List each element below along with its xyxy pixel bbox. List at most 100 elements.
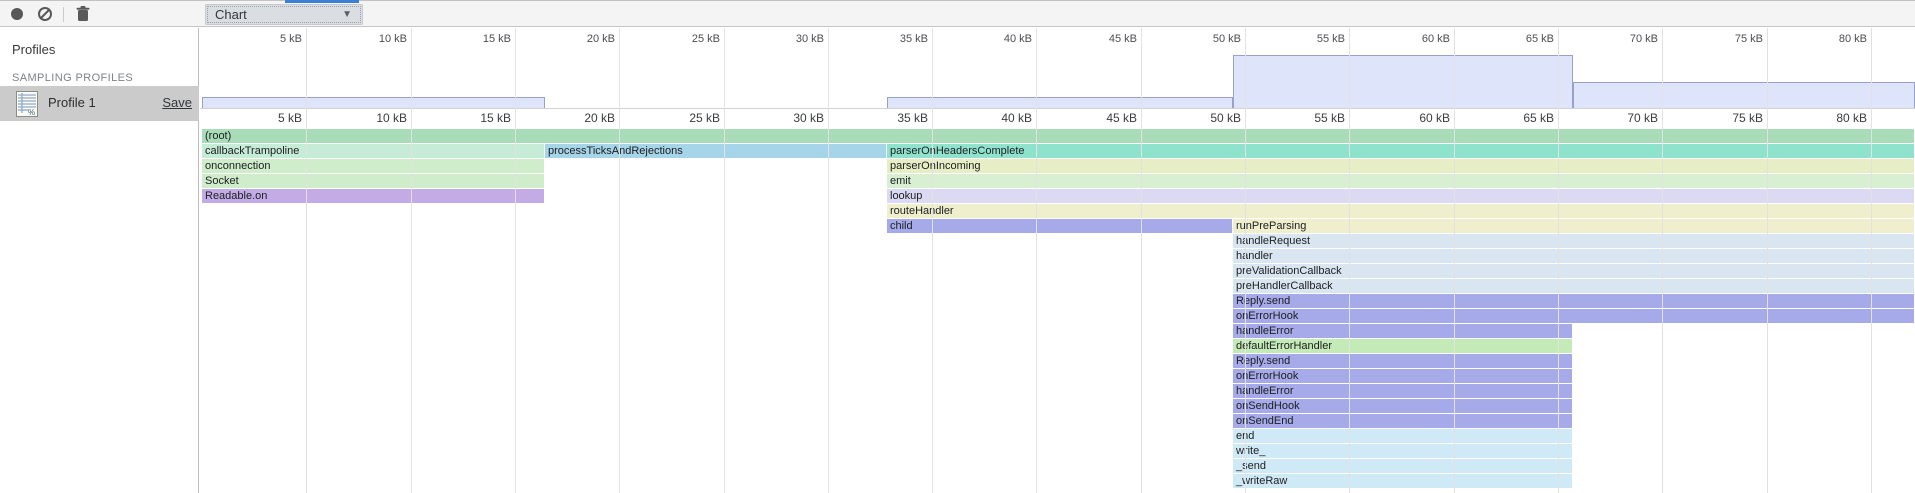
ruler-tick-label-bottom: 60 kB xyxy=(1386,111,1450,125)
ruler-tick-label-top: 25 kB xyxy=(656,33,720,45)
ruler-tick-label-bottom: 15 kB xyxy=(447,111,511,125)
gridline xyxy=(306,28,307,493)
ruler-tick-label-bottom: 30 kB xyxy=(760,111,824,125)
flame-bar[interactable]: handleRequest xyxy=(1233,234,1914,248)
ruler-tick-label-top: 70 kB xyxy=(1594,33,1658,45)
flame-bar[interactable]: end xyxy=(1233,429,1572,443)
flame-bar[interactable]: parserOnHeadersComplete xyxy=(887,144,1914,158)
gridline xyxy=(515,28,516,493)
gridline xyxy=(411,28,412,493)
active-tab-underline xyxy=(285,0,359,3)
memory-overview[interactable] xyxy=(200,47,1915,108)
overview-step xyxy=(202,97,545,108)
gridline xyxy=(1349,28,1350,493)
ruler-tick-label-top: 40 kB xyxy=(968,33,1032,45)
flame-bar[interactable]: Reply.send xyxy=(1233,294,1914,308)
ruler-tick-label-top: 60 kB xyxy=(1386,33,1450,45)
ruler-tick-label-bottom: 50 kB xyxy=(1177,111,1241,125)
ruler-tick-label-bottom: 70 kB xyxy=(1594,111,1658,125)
view-mode-value: Chart xyxy=(215,7,247,22)
overview-step xyxy=(1573,82,1915,108)
sampling-profiles-section-label: SAMPLING PROFILES xyxy=(12,72,133,84)
flame-bar[interactable]: _send xyxy=(1233,459,1572,473)
flame-bar[interactable]: parserOnIncoming xyxy=(887,159,1914,173)
ruler-tick-label-top: 20 kB xyxy=(551,33,615,45)
flame-bar[interactable]: onErrorHook xyxy=(1233,309,1914,323)
flame-chart: (root)callbackTrampolineprocessTicksAndR… xyxy=(200,129,1915,493)
flame-bar[interactable]: lookup xyxy=(887,189,1914,203)
flame-bar[interactable]: handleError xyxy=(1233,324,1572,338)
flame-bar[interactable]: onSendHook xyxy=(1233,399,1572,413)
overview-step xyxy=(887,97,1233,108)
ruler-tick-label-bottom: 35 kB xyxy=(864,111,928,125)
gridline xyxy=(1662,28,1663,493)
toolbar-divider xyxy=(63,7,64,22)
ruler-tick-label-bottom: 45 kB xyxy=(1073,111,1137,125)
delete-icon xyxy=(76,6,90,22)
gridline xyxy=(1558,28,1559,493)
flame-bar[interactable]: Readable.on xyxy=(202,189,544,203)
ruler-tick-label-bottom: 20 kB xyxy=(551,111,615,125)
flame-bar[interactable]: onconnection xyxy=(202,159,544,173)
gridline xyxy=(1245,28,1246,493)
sidebar-title: Profiles xyxy=(12,42,55,57)
flame-bar[interactable]: _writeRaw xyxy=(1233,474,1572,488)
gridline xyxy=(1141,28,1142,493)
ruler-tick-label-top: 5 kB xyxy=(238,33,302,45)
ruler-tick-label-bottom: 65 kB xyxy=(1490,111,1554,125)
flame-bar[interactable]: processTicksAndRejections xyxy=(545,144,886,158)
gridline xyxy=(1767,28,1768,493)
clear-icon xyxy=(38,7,52,21)
chart-pane: (root)callbackTrampolineprocessTicksAndR… xyxy=(200,28,1915,493)
ruler-tick-label-bottom: 5 kB xyxy=(238,111,302,125)
save-profile-link[interactable]: Save xyxy=(162,95,192,110)
ruler-tick-label-bottom: 80 kB xyxy=(1803,111,1867,125)
record-button[interactable] xyxy=(4,1,30,27)
flame-bar[interactable]: write_ xyxy=(1233,444,1572,458)
gridline xyxy=(619,28,620,493)
flame-bar[interactable]: (root) xyxy=(202,129,1914,143)
gridline xyxy=(1454,28,1455,493)
chevron-down-icon: ▼ xyxy=(342,9,352,20)
profiler-app: Chart ▼ Profiles SAMPLING PROFILES % Pro… xyxy=(0,0,1915,493)
ruler-tick-label-top: 75 kB xyxy=(1699,33,1763,45)
delete-profile-button[interactable] xyxy=(70,1,96,27)
flame-bar[interactable]: defaultErrorHandler xyxy=(1233,339,1572,353)
gridline xyxy=(724,28,725,493)
flame-bar[interactable]: preValidationCallback xyxy=(1233,264,1914,278)
ruler-tick-label-bottom: 40 kB xyxy=(968,111,1032,125)
flame-bar[interactable]: handleError xyxy=(1233,384,1572,398)
svg-text:%: % xyxy=(28,108,35,117)
ruler-tick-label-bottom: 75 kB xyxy=(1699,111,1763,125)
flame-bar[interactable]: emit xyxy=(887,174,1914,188)
ruler-tick-label-top: 45 kB xyxy=(1073,33,1137,45)
ruler-tick-label-bottom: 10 kB xyxy=(343,111,407,125)
flame-bar[interactable]: Reply.send xyxy=(1233,354,1572,368)
sidebar: Profiles SAMPLING PROFILES % Profile 1 S… xyxy=(0,28,199,493)
flame-bar[interactable]: runPreParsing xyxy=(1233,219,1914,233)
ruler-tick-label-top: 30 kB xyxy=(760,33,824,45)
flame-bar[interactable]: handler xyxy=(1233,249,1914,263)
gridline xyxy=(828,28,829,493)
flame-bar[interactable]: routeHandler xyxy=(887,204,1914,218)
ruler-tick-label-top: 80 kB xyxy=(1803,33,1867,45)
ruler-tick-label-bottom: 55 kB xyxy=(1281,111,1345,125)
ruler-tick-label-top: 65 kB xyxy=(1490,33,1554,45)
sidebar-item-profile-1[interactable]: % Profile 1 Save xyxy=(0,86,199,121)
gridline xyxy=(1871,28,1872,493)
flame-bar[interactable]: child xyxy=(887,219,1232,233)
profile-name: Profile 1 xyxy=(48,95,96,110)
ruler-tick-label-top: 55 kB xyxy=(1281,33,1345,45)
gridline xyxy=(1036,28,1037,493)
profile-chart-icon: % xyxy=(16,91,38,117)
flame-bar[interactable]: callbackTrampoline xyxy=(202,144,544,158)
flame-bar[interactable]: preHandlerCallback xyxy=(1233,279,1914,293)
view-mode-select[interactable]: Chart ▼ xyxy=(205,4,363,25)
flame-bar[interactable]: onErrorHook xyxy=(1233,369,1572,383)
flame-bar[interactable]: onSendEnd xyxy=(1233,414,1572,428)
ruler-tick-label-top: 10 kB xyxy=(343,33,407,45)
clear-button[interactable] xyxy=(32,1,58,27)
overview-baseline xyxy=(200,108,1915,109)
ruler-tick-label-top: 35 kB xyxy=(864,33,928,45)
flame-bar[interactable]: Socket xyxy=(202,174,544,188)
